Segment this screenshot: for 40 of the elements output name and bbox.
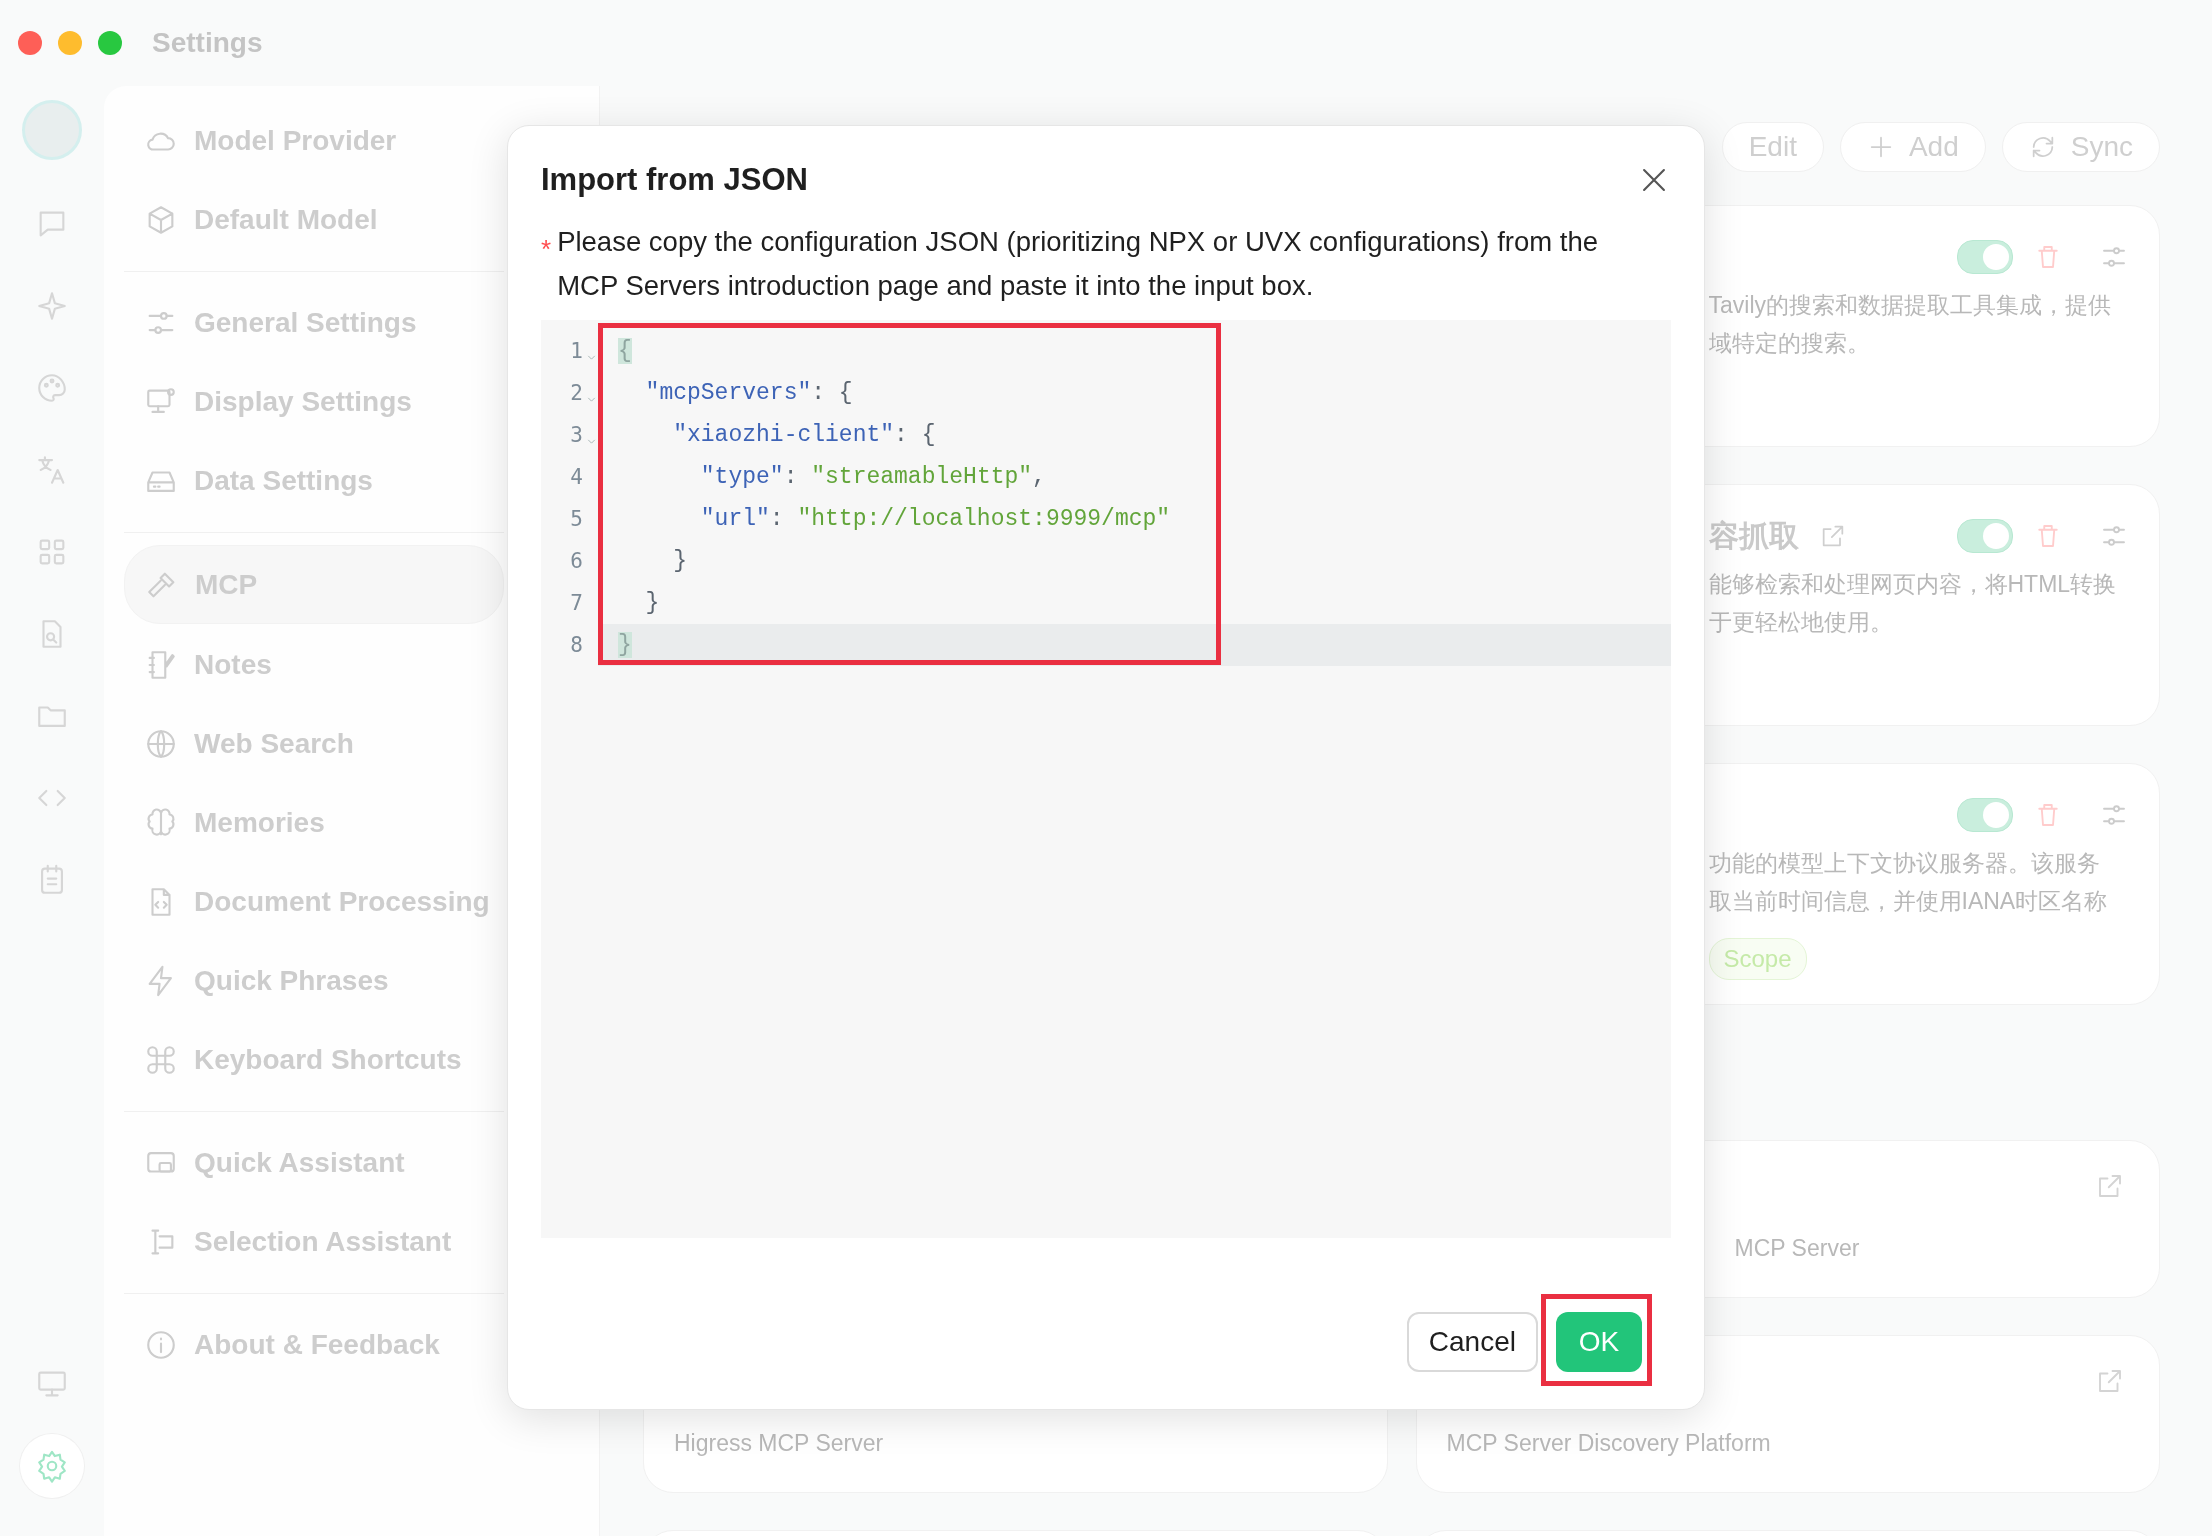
zoom-window-button[interactable] xyxy=(98,31,122,55)
server-description: Higress MCP Server xyxy=(674,1429,885,1458)
line-number: 4 xyxy=(569,465,584,489)
code-line: "type": "streamableHttp", xyxy=(699,463,1047,492)
server-description: 取当前时间信息，并使用IANA时区名称 xyxy=(1708,887,2109,916)
code-line: "url": "http://localhost:9999/mcp" xyxy=(699,505,1172,534)
code-line: "mcpServers": { xyxy=(644,379,854,408)
code-line: "xiaozhi-client": { xyxy=(672,421,937,450)
cancel-button[interactable]: Cancel xyxy=(1406,1312,1538,1372)
minimize-window-button[interactable] xyxy=(58,31,82,55)
settings-icon xyxy=(35,1449,69,1483)
line-number: 7 xyxy=(569,591,584,615)
server-description: MCP Server xyxy=(1734,1234,1861,1263)
line-number: 3 xyxy=(569,423,584,447)
server-description: MCP Server Discovery Platform xyxy=(1446,1429,1772,1458)
instruction-text: Please copy the configuration JSON (prioritizing NPX or UVX configurations) from the MCP Servers introduction page and paste it into the input box. xyxy=(557,225,1599,303)
ok-button[interactable]: OK xyxy=(1556,1312,1642,1372)
json-editor[interactable]: 1 { 2 "mcpServers": { 3 "xiaozhi-client": { 4 "type": "streamableHttp", 5 "url": "http://localhost:9999/mcp" 6 } 7 } 8 } xyxy=(541,320,1671,1238)
tag: Scope xyxy=(1708,938,1807,980)
toggle-switch[interactable] xyxy=(1957,798,2013,832)
line-number: 8 xyxy=(569,633,584,657)
close-window-button[interactable] xyxy=(18,31,42,55)
code-line: } xyxy=(672,547,688,576)
line-number: 1 xyxy=(569,339,584,363)
palette-icon xyxy=(35,371,69,405)
avatar[interactable] xyxy=(22,100,82,160)
server-description: 于更轻松地使用。 xyxy=(1708,608,1894,637)
server-description: Tavily的搜索和数据提取工具集成，提供 xyxy=(1708,291,2112,320)
line-number: 2 xyxy=(569,381,584,405)
toggle-switch[interactable] xyxy=(1957,519,2013,553)
server-description: 能够检索和处理网页内容，将HTML转换 xyxy=(1708,570,2118,599)
server-description: 域特定的搜索。 xyxy=(1708,329,1871,358)
code-line: } xyxy=(644,589,661,618)
sparkle-icon xyxy=(35,289,69,323)
server-description: 功能的模型上下文协议服务器。该服务 xyxy=(1708,849,2101,878)
line-number: 5 xyxy=(569,507,584,531)
required-asterisk: * xyxy=(541,233,552,266)
dialog-title: Import from JSON xyxy=(541,162,808,198)
toggle-switch[interactable] xyxy=(1957,240,2013,274)
line-number: 6 xyxy=(569,549,584,573)
